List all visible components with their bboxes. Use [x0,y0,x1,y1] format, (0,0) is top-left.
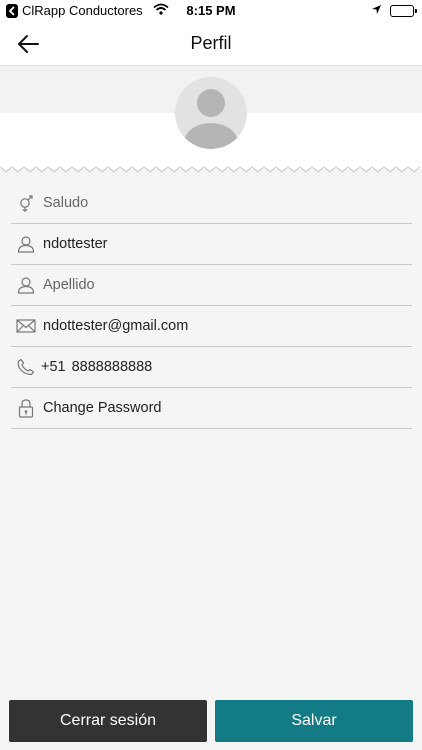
phone-value: 8888888888 [71,359,153,375]
salutation-placeholder: Saludo [43,195,89,211]
status-bar: ClRapp Conductores 8:15 PM [0,0,422,22]
zigzag-divider [0,166,421,173]
logout-button[interactable]: Cerrar sesión [9,700,207,742]
email-value: ndottester@gmail.com [43,318,189,334]
nav-bar: Perfil [0,22,422,66]
page-title: Perfil [190,33,232,53]
battery-icon [390,4,417,17]
gender-icon [15,192,37,214]
change-password-label: Change Password [43,400,162,416]
default-avatar-icon [184,89,238,149]
avatar[interactable] [175,77,247,149]
location-arrow-icon [371,3,382,18]
phone-field[interactable]: +51 8888888888 [11,347,412,388]
last-name-placeholder: Apellido [43,277,95,293]
status-time: 8:15 PM [186,3,236,18]
phone-prefix: +51 [41,359,66,375]
user-icon [15,274,37,296]
profile-form: Saludo ndottester Apellido ndottester@gm… [11,183,412,429]
user-icon [15,233,37,255]
phone-icon [15,356,37,378]
change-password-row[interactable]: Change Password [11,388,412,429]
lock-icon [15,397,37,419]
save-button[interactable]: Salvar [215,700,413,742]
envelope-icon [15,315,37,337]
salutation-field[interactable]: Saludo [11,183,412,224]
first-name-value: ndottester [43,236,108,252]
email-field[interactable]: ndottester@gmail.com [11,306,412,347]
last-name-field[interactable]: Apellido [11,265,412,306]
first-name-field[interactable]: ndottester [11,224,412,265]
